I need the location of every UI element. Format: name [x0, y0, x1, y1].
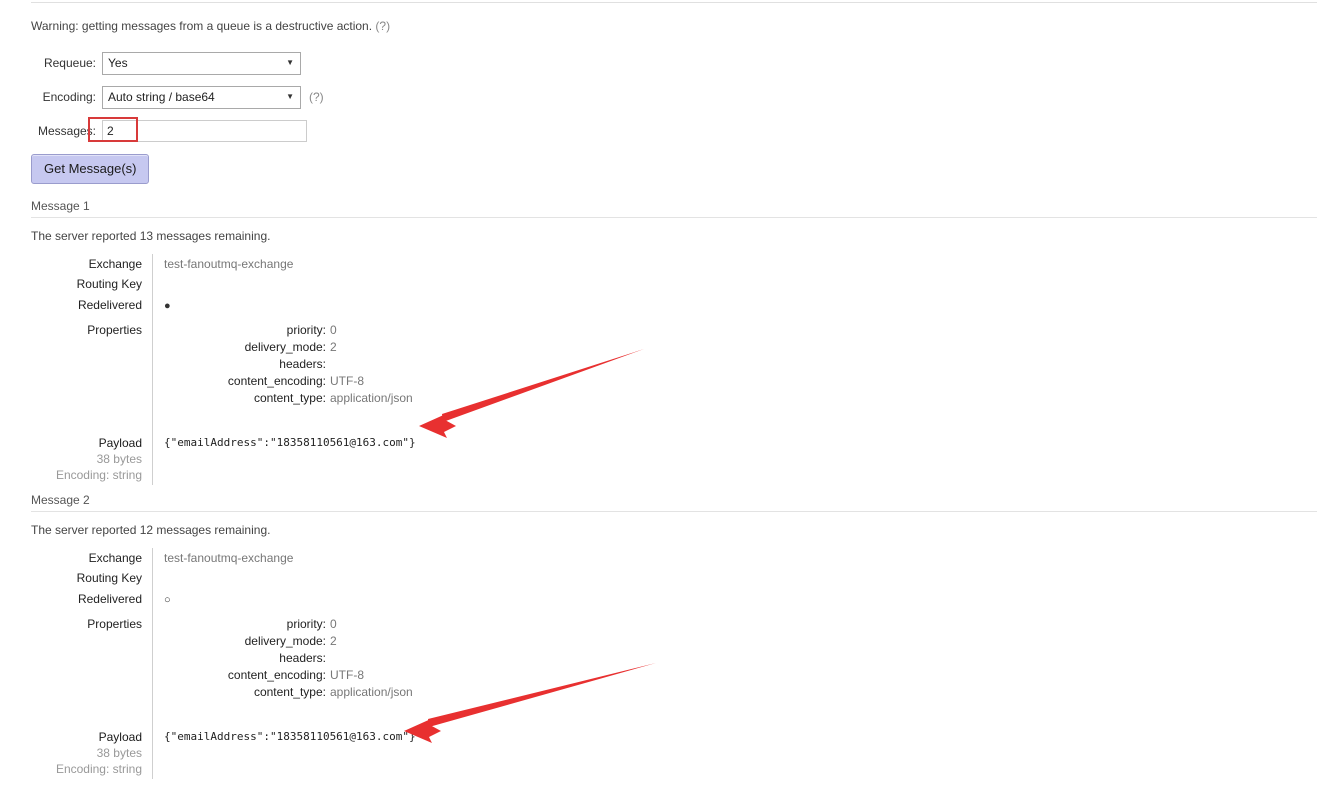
table-row: Properties priority: 0 delivery_mode: 2 he…: [31, 610, 416, 703]
payload-size: 38 bytes: [96, 452, 142, 466]
message-2-detail: Exchange test-fanoutmq-exchange Routing …: [31, 548, 731, 779]
message-2-heading: Message 2: [31, 493, 1317, 512]
property-name: content_encoding:: [227, 374, 326, 388]
table-row: Properties priority: 0 delivery_mode: 2 he…: [31, 316, 416, 409]
requeue-select[interactable]: Yes ▼: [102, 51, 301, 75]
properties-label: Properties: [31, 316, 153, 409]
routing-key-label: Routing Key: [31, 568, 153, 588]
property-name: content_type:: [253, 685, 326, 699]
property-value: [326, 357, 330, 371]
table-row: Routing Key: [31, 568, 416, 588]
property-value: UTF-8: [330, 374, 364, 388]
redelivered-true-icon: ●: [164, 300, 171, 312]
property-item: content_type: application/json: [164, 684, 416, 701]
encoding-select[interactable]: Auto string / base64 ▼: [102, 85, 301, 109]
message-1-detail: Exchange test-fanoutmq-exchange Routing …: [31, 254, 731, 485]
property-value: 2: [330, 340, 337, 354]
property-name: content_encoding:: [227, 668, 326, 682]
payload-body: {"emailAddress":"18358110561@163.com"}: [164, 436, 416, 449]
table-row: Redelivered ●: [31, 294, 416, 316]
property-value: UTF-8: [330, 668, 364, 682]
property-item: content_encoding: UTF-8: [164, 667, 416, 684]
property-item: content_encoding: UTF-8: [164, 373, 416, 390]
chevron-down-icon: ▼: [286, 58, 294, 67]
properties-list: priority: 0 delivery_mode: 2 headers: cont…: [164, 322, 416, 407]
property-name: delivery_mode:: [244, 340, 326, 354]
payload-label: Payload: [98, 730, 142, 744]
encoding-selected-value: Auto string / base64: [108, 89, 215, 104]
property-item: content_type: application/json: [164, 390, 416, 407]
exchange-value: test-fanoutmq-exchange: [164, 257, 294, 271]
redelivered-value: ○: [153, 588, 416, 610]
warning-help-icon[interactable]: (?): [375, 19, 390, 33]
payload-body: {"emailAddress":"18358110561@163.com"}: [164, 730, 416, 743]
destructive-action-warning: Warning: getting messages from a queue i…: [31, 19, 390, 33]
message-1-heading: Message 1: [31, 199, 1317, 218]
property-name: headers:: [279, 357, 326, 371]
payload-encoding: Encoding: string: [55, 468, 142, 482]
message-2-table: Exchange test-fanoutmq-exchange Routing …: [31, 548, 416, 779]
messages-count-input[interactable]: [102, 120, 307, 142]
redelivered-value: ●: [153, 294, 416, 316]
requeue-selected-value: Yes: [108, 55, 128, 70]
property-item: delivery_mode: 2: [164, 339, 416, 356]
messages-label: Messages:: [37, 124, 96, 138]
property-value: application/json: [330, 391, 413, 405]
table-row: Payload 38 bytes Encoding: string {"emai…: [31, 409, 416, 485]
property-name: content_type:: [253, 391, 326, 405]
payload-size: 38 bytes: [96, 746, 142, 760]
message-1-remaining: The server reported 13 messages remainin…: [31, 229, 271, 243]
payload-cell: {"emailAddress":"18358110561@163.com"}: [153, 703, 416, 779]
exchange-label: Exchange: [31, 254, 153, 274]
exchange-value: test-fanoutmq-exchange: [164, 551, 294, 565]
redelivered-label: Redelivered: [31, 588, 153, 610]
redelivered-false-icon: ○: [164, 594, 171, 606]
routing-key-value: [153, 568, 416, 588]
messages-row: Messages:: [31, 118, 307, 144]
table-row: Payload 38 bytes Encoding: string {"emai…: [31, 703, 416, 779]
get-messages-button[interactable]: Get Message(s): [31, 154, 150, 184]
property-item: headers:: [164, 650, 416, 667]
payload-label: Payload: [98, 436, 142, 450]
warning-text: Warning: getting messages from a queue i…: [31, 19, 373, 33]
chevron-down-icon: ▼: [286, 92, 294, 101]
payload-cell: {"emailAddress":"18358110561@163.com"}: [153, 409, 416, 485]
payload-label-group: Payload 38 bytes Encoding: string: [31, 703, 153, 779]
requeue-label: Requeue:: [43, 56, 96, 70]
requeue-row: Requeue: Yes ▼: [31, 50, 301, 76]
top-divider: [31, 2, 1317, 3]
table-row: Redelivered ○: [31, 588, 416, 610]
payload-label-group: Payload 38 bytes Encoding: string: [31, 409, 153, 485]
property-item: headers:: [164, 356, 416, 373]
routing-key-value: [153, 274, 416, 294]
table-row: Exchange test-fanoutmq-exchange: [31, 254, 416, 274]
properties-value: priority: 0 delivery_mode: 2 headers: cont…: [153, 610, 416, 703]
property-name: delivery_mode:: [244, 634, 326, 648]
property-value: application/json: [330, 685, 413, 699]
encoding-row: Encoding: Auto string / base64 ▼ (?): [31, 84, 324, 110]
payload-encoding: Encoding: string: [55, 762, 142, 776]
property-name: headers:: [279, 651, 326, 665]
property-value: 2: [330, 634, 337, 648]
redelivered-label: Redelivered: [31, 294, 153, 316]
routing-key-label: Routing Key: [31, 274, 153, 294]
encoding-help-icon[interactable]: (?): [309, 90, 324, 104]
property-name: priority:: [286, 323, 326, 337]
property-item: priority: 0: [164, 616, 416, 633]
properties-list: priority: 0 delivery_mode: 2 headers: cont…: [164, 616, 416, 701]
properties-label: Properties: [31, 610, 153, 703]
properties-value: priority: 0 delivery_mode: 2 headers: cont…: [153, 316, 416, 409]
property-item: delivery_mode: 2: [164, 633, 416, 650]
property-value: [326, 651, 330, 665]
property-item: priority: 0: [164, 322, 416, 339]
exchange-label: Exchange: [31, 548, 153, 568]
property-name: priority:: [286, 617, 326, 631]
property-value: 0: [330, 323, 337, 337]
message-1-table: Exchange test-fanoutmq-exchange Routing …: [31, 254, 416, 485]
encoding-label: Encoding:: [42, 90, 96, 104]
table-row: Exchange test-fanoutmq-exchange: [31, 548, 416, 568]
property-value: 0: [330, 617, 337, 631]
table-row: Routing Key: [31, 274, 416, 294]
message-2-remaining: The server reported 12 messages remainin…: [31, 523, 271, 537]
